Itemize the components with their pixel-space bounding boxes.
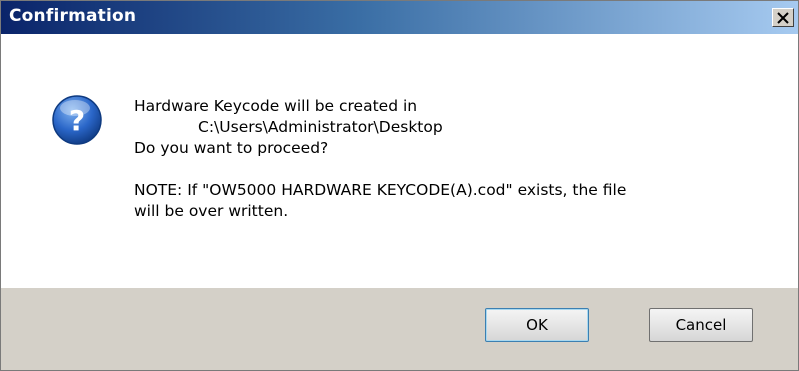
- message-question: Do you want to proceed?: [134, 139, 329, 157]
- ok-button[interactable]: OK: [485, 308, 589, 342]
- message-text: Hardware Keycode will be created in C:\U…: [134, 96, 626, 222]
- title-bar[interactable]: Confirmation: [1, 1, 798, 34]
- message-line-1: Hardware Keycode will be created in: [134, 97, 418, 115]
- close-button[interactable]: [772, 8, 794, 27]
- confirmation-dialog: Confirmation ? Hardware Keycode will be …: [0, 0, 799, 371]
- button-bar: OK Cancel: [1, 288, 798, 370]
- dialog-content: ? Hardware Keycode will be created in C:…: [1, 34, 798, 288]
- note-line-1: NOTE: If "OW5000 HARDWARE KEYCODE(A).cod…: [134, 181, 627, 199]
- window-title: Confirmation: [9, 6, 137, 26]
- svg-text:?: ?: [69, 104, 85, 137]
- close-icon: [777, 11, 789, 24]
- cancel-button[interactable]: Cancel: [649, 308, 753, 342]
- message-path: C:\Users\Administrator\Desktop: [198, 118, 443, 136]
- question-icon: ?: [52, 95, 102, 145]
- message-spacer: [134, 159, 626, 180]
- note-line-2: will be over written.: [134, 202, 289, 220]
